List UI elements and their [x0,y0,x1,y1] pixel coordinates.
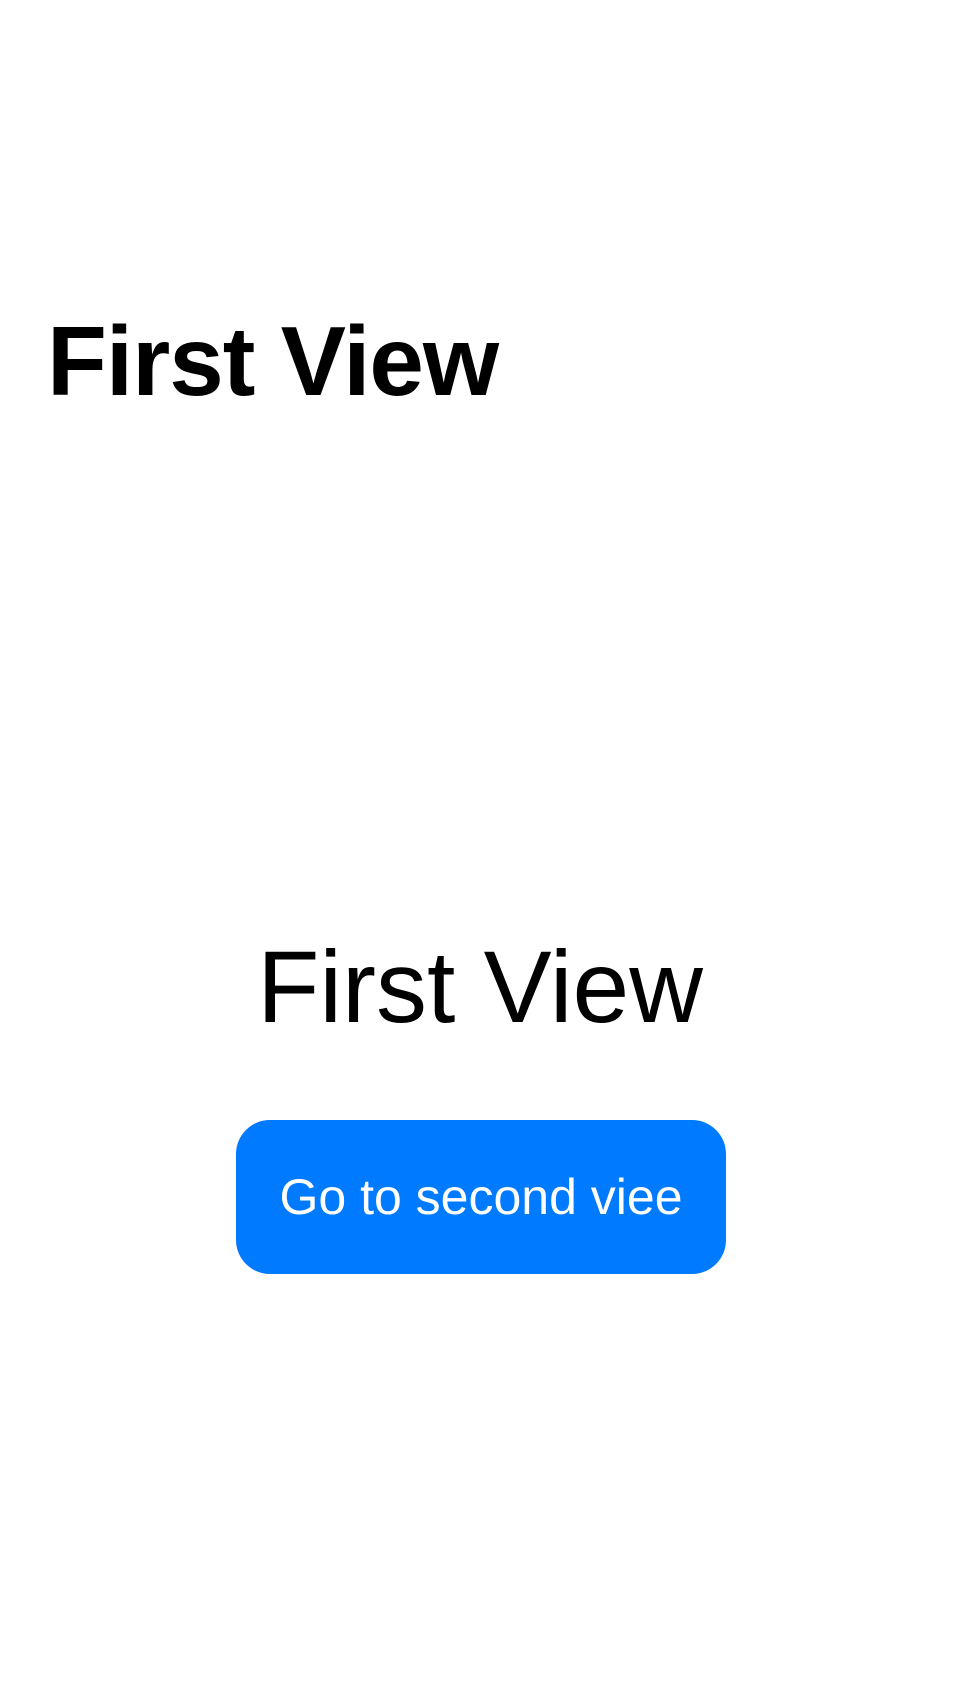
navigation-large-title: First View [47,306,499,416]
go-to-second-view-button[interactable]: Go to second viee [236,1120,726,1274]
go-to-second-view-button-label: Go to second viee [279,1169,683,1225]
content-title: First View [257,930,703,1044]
